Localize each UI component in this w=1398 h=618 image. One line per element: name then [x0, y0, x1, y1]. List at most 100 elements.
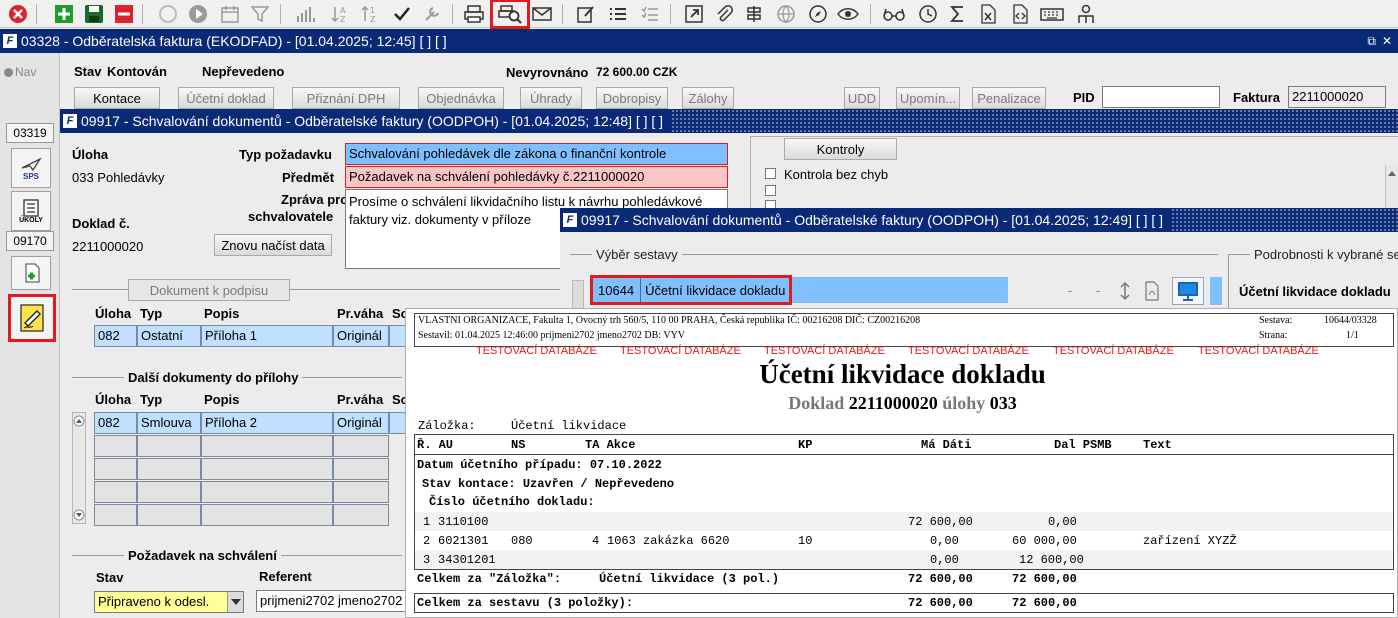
reload-data-button[interactable]: Znovu načíst data — [214, 234, 332, 256]
dokument-k-podpisu-button[interactable]: Dokument k podpisu — [128, 279, 290, 301]
nav-toggle[interactable]: Nav — [4, 65, 36, 79]
wrench-icon[interactable] — [420, 2, 444, 26]
edit-icon[interactable] — [574, 2, 598, 26]
cell-typ[interactable] — [137, 458, 201, 480]
cell-typ[interactable] — [137, 435, 201, 457]
tab-ucetni-doklad[interactable]: Účetní doklad — [178, 87, 274, 109]
ukoly-button[interactable]: ÚKOLY — [11, 191, 51, 231]
glasses-icon[interactable] — [882, 2, 906, 26]
dalsi-scrollbar[interactable] — [72, 412, 86, 524]
tab-udd[interactable]: UDD — [844, 87, 880, 109]
doc-tab-03319[interactable]: 03319 — [6, 123, 54, 143]
cell-typ[interactable]: Smlouva — [137, 412, 201, 434]
kontrola-checkbox[interactable] — [765, 168, 776, 179]
cell-uloha[interactable]: 082 — [94, 325, 137, 347]
checklist-icon[interactable] — [638, 2, 662, 26]
cell-prvaha[interactable]: Originál — [333, 412, 389, 434]
print-preview-icon[interactable] — [490, 0, 530, 29]
faktura-field[interactable]: 2211000020 — [1288, 86, 1386, 108]
scroll-up-icon[interactable] — [1386, 168, 1398, 178]
person-icon[interactable] — [1074, 2, 1098, 26]
delete-icon[interactable] — [112, 2, 136, 26]
sign-document-button[interactable] — [8, 294, 56, 342]
cell-popis[interactable]: Příloha 2 — [201, 412, 333, 434]
close-icon[interactable]: ✕ — [1382, 34, 1392, 48]
cell-typ[interactable]: Ostatní — [137, 325, 201, 347]
cell-prvaha[interactable] — [333, 458, 389, 480]
test-db-banner: TESTOVACÍ DATABÁZE — [1053, 345, 1174, 357]
cell-uloha[interactable] — [94, 504, 137, 526]
filter-icon[interactable] — [248, 2, 272, 26]
cell-popis[interactable] — [201, 435, 333, 457]
pid-input[interactable] — [1102, 86, 1220, 108]
cell-typ[interactable] — [137, 504, 201, 526]
cell-uloha[interactable]: 082 — [94, 412, 137, 434]
circle-icon[interactable] — [156, 2, 180, 26]
doc-tab-09170[interactable]: 09170 — [6, 231, 54, 251]
print-icon[interactable] — [462, 2, 486, 26]
tab-zalohy[interactable]: Zálohy — [682, 87, 734, 109]
signpost-icon[interactable] — [742, 2, 766, 26]
eye-icon[interactable] — [836, 2, 860, 26]
tab-penalizace[interactable]: Penalizace — [972, 87, 1046, 109]
referent-field[interactable]: prijmeni2702 jmeno2702 — [256, 590, 406, 612]
kontrola-checkbox-2[interactable] — [765, 185, 776, 196]
chevron-down-icon[interactable] — [227, 592, 243, 612]
tab-dobropisy[interactable]: Dobropisy — [596, 87, 668, 109]
play-icon[interactable] — [186, 2, 210, 26]
excel-icon[interactable] — [976, 2, 1000, 26]
sps-button[interactable]: SPS — [11, 148, 51, 188]
chart-icon[interactable] — [294, 2, 318, 26]
add-icon[interactable] — [52, 2, 76, 26]
cell-popis[interactable] — [201, 504, 333, 526]
cancel-icon[interactable] — [6, 2, 30, 26]
compass-icon[interactable] — [806, 2, 830, 26]
scroll-down-icon[interactable] — [73, 509, 85, 521]
save-icon[interactable] — [82, 2, 106, 26]
tab-upomin[interactable]: Upomín... — [896, 87, 960, 109]
check-icon[interactable] — [390, 2, 414, 26]
cell-uloha[interactable] — [94, 435, 137, 457]
cell-uloha[interactable] — [94, 458, 137, 480]
globe-icon[interactable] — [774, 2, 798, 26]
tab-uhrady[interactable]: Úhrady — [520, 87, 582, 109]
sigma-icon[interactable] — [946, 2, 970, 26]
cell-popis[interactable] — [201, 481, 333, 503]
restore-icon[interactable]: ⧉ — [1367, 34, 1376, 49]
cell-prvaha[interactable] — [333, 435, 389, 457]
pdf-icon[interactable] — [1144, 281, 1160, 304]
open-external-icon[interactable] — [682, 2, 706, 26]
html-icon[interactable] — [1008, 2, 1032, 26]
typ-pozadavku-field[interactable]: Schvalování pohledávek dle zákona o fina… — [345, 143, 728, 165]
predmet-field[interactable]: Požadavek na schválení pohledávky č.2211… — [345, 166, 728, 188]
cell-prvaha[interactable]: Originál — [333, 325, 389, 347]
tab-kontace[interactable]: Kontace — [74, 87, 160, 109]
radio-icon — [4, 67, 13, 77]
calendar-icon[interactable] — [218, 2, 242, 26]
cell-prvaha[interactable] — [333, 504, 389, 526]
cell-typ[interactable] — [137, 481, 201, 503]
report-selection[interactable]: 10644 Účetní likvidace dokladu — [590, 275, 792, 305]
cell-popis[interactable]: Příloha 1 — [201, 325, 333, 347]
kontroly-scrollbar[interactable] — [1385, 165, 1398, 210]
svg-text:Z: Z — [370, 15, 376, 24]
tab-objednavka[interactable]: Objednávka — [418, 87, 504, 109]
cell-popis[interactable] — [201, 458, 333, 480]
monitor-icon[interactable] — [1172, 277, 1204, 305]
cell-prvaha[interactable] — [333, 481, 389, 503]
sort-za-icon[interactable]: 1Z — [358, 2, 382, 26]
new-document-button[interactable] — [11, 256, 51, 290]
resize-vertical-icon[interactable] — [1118, 281, 1132, 304]
tab-priznani-dph[interactable]: Přiznání DPH — [292, 87, 400, 109]
scroll-up-icon[interactable] — [73, 415, 85, 427]
keyboard-icon[interactable] — [1040, 2, 1064, 26]
report-preview[interactable]: VLASTNI ORGANIZACE, Fakulta 1, Ovocný tr… — [405, 308, 1398, 618]
attach-icon[interactable] — [712, 2, 736, 26]
stav-select[interactable]: Připraveno k odesl. — [94, 591, 244, 613]
cell-uloha[interactable] — [94, 481, 137, 503]
mail-icon[interactable] — [530, 2, 554, 26]
row2-kp: 10 — [798, 534, 813, 548]
list-icon[interactable] — [606, 2, 630, 26]
sort-az-icon[interactable]: AZ — [328, 2, 352, 26]
clock-icon[interactable] — [916, 2, 940, 26]
